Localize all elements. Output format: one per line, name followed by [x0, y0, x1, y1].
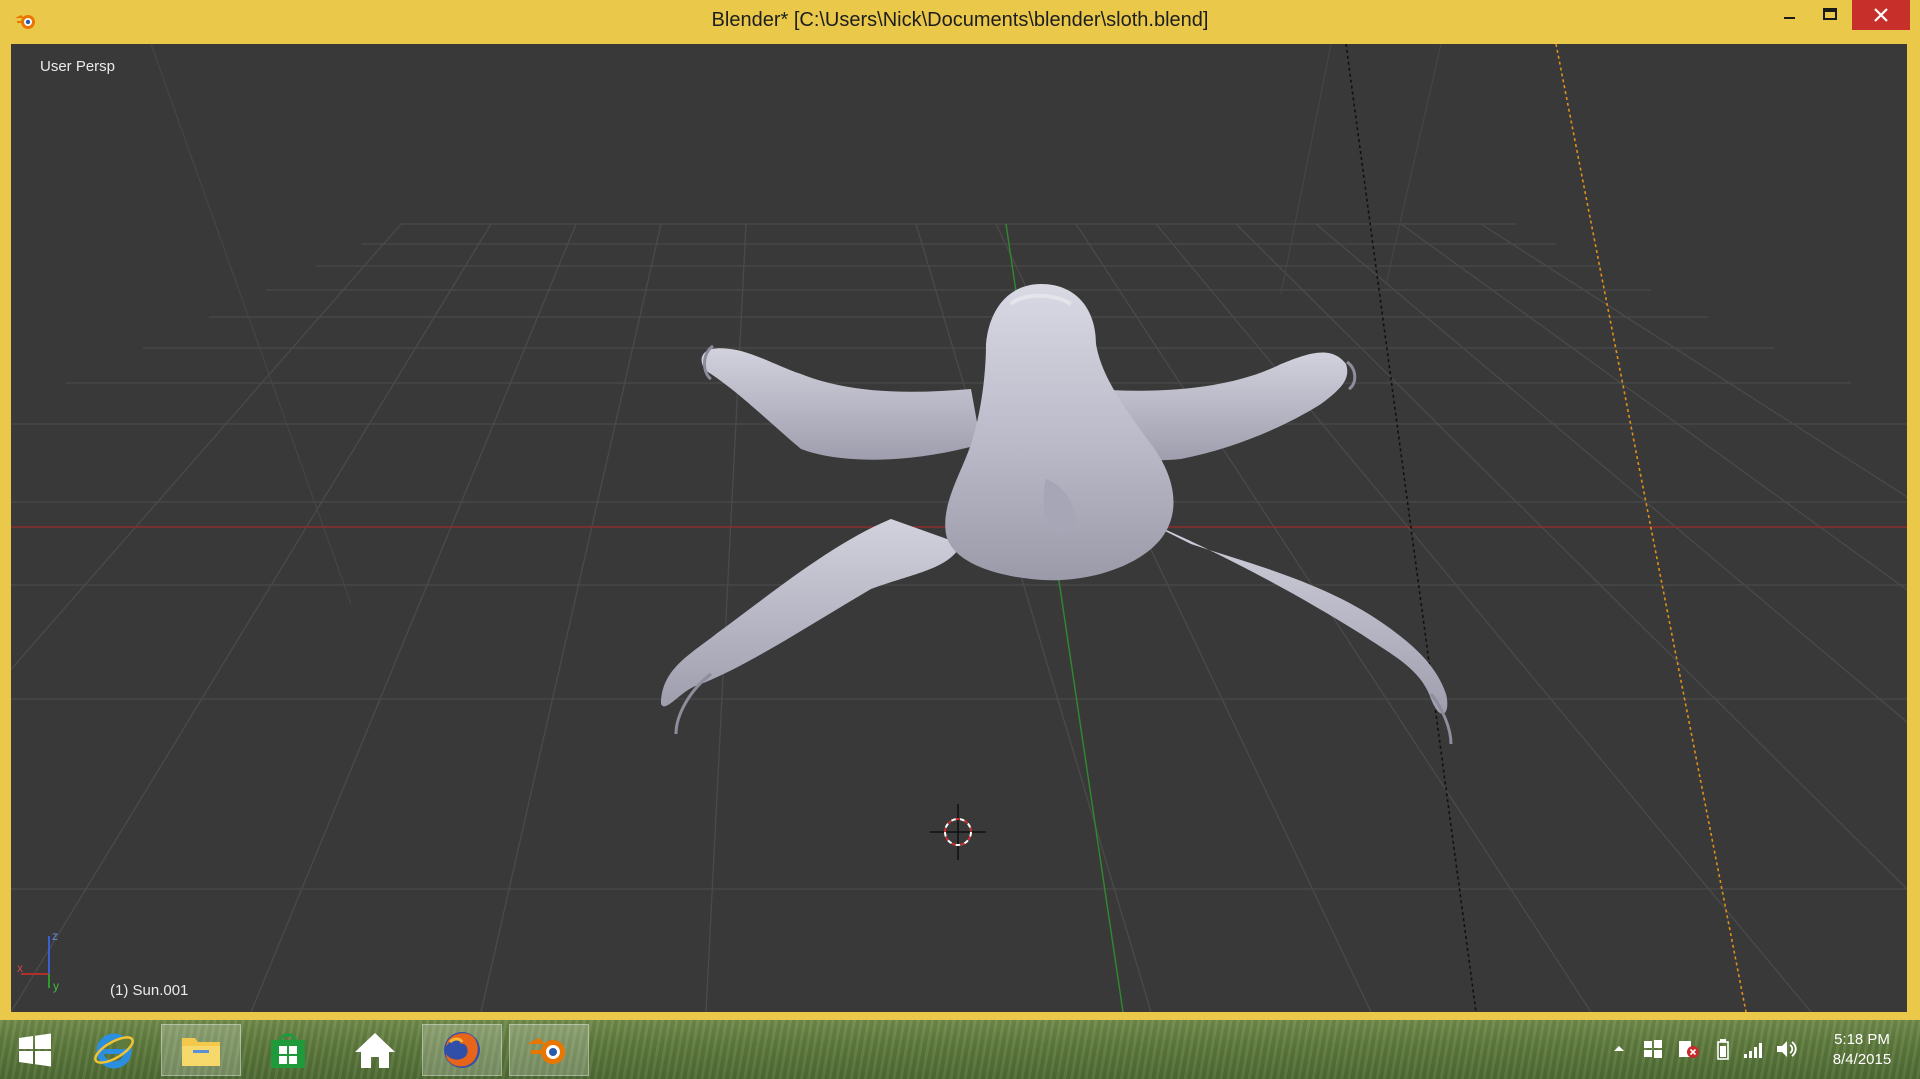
- blender-window: Blender* [C:\Users\Nick\Documents\blende…: [0, 0, 1920, 1020]
- blender-icon: [527, 1038, 565, 1064]
- window-title: Blender* [C:\Users\Nick\Documents\blende…: [711, 9, 1209, 31]
- taskbar-blender[interactable]: [509, 1024, 589, 1076]
- battery-icon[interactable]: [1716, 1038, 1730, 1060]
- gizmo-y-label: y: [53, 979, 59, 993]
- floor-grid: [11, 223, 1907, 1012]
- taskbar-home[interactable]: [335, 1024, 415, 1076]
- folder-icon: [182, 1038, 220, 1066]
- viewport-scene: [11, 44, 1907, 1012]
- clock-date: 8/4/2015: [1832, 1051, 1892, 1068]
- close-icon: [1874, 8, 1888, 22]
- volume-icon[interactable]: [1775, 1038, 1799, 1060]
- windows-taskbar: 5:18 PM 8/4/2015: [0, 1020, 1920, 1079]
- windows-logo-icon: [19, 1033, 51, 1067]
- clock-time: 5:18 PM: [1834, 1031, 1890, 1048]
- taskbar-internet-explorer[interactable]: [74, 1024, 154, 1076]
- 3d-cursor-icon[interactable]: [928, 802, 988, 862]
- taskbar-windows-store[interactable]: [248, 1024, 328, 1076]
- sloth-model[interactable]: [661, 284, 1453, 745]
- windows-flag-icon[interactable]: [1642, 1038, 1664, 1060]
- title-bar[interactable]: Blender* [C:\Users\Nick\Documents\blende…: [0, 0, 1920, 42]
- gizmo-x-label: x: [17, 961, 23, 975]
- network-signal-icon[interactable]: [1742, 1038, 1766, 1060]
- 3d-viewport[interactable]: User Persp z x y (1) Sun.001: [11, 44, 1907, 1012]
- lamp-direction-line: [1345, 44, 1477, 1012]
- start-button[interactable]: [0, 1024, 70, 1076]
- ie-icon: [94, 1033, 134, 1069]
- active-object-label: (1) Sun.001: [110, 982, 189, 999]
- home-icon: [355, 1033, 395, 1068]
- show-hidden-icons-icon[interactable]: [1611, 1038, 1627, 1058]
- selected-lamp-line: [1555, 44, 1747, 1012]
- taskbar-firefox[interactable]: [422, 1024, 502, 1076]
- close-button[interactable]: [1852, 0, 1910, 30]
- axis-gizmo: z x y: [17, 929, 59, 993]
- action-center-icon[interactable]: [1676, 1038, 1700, 1060]
- view-mode-label: User Persp: [40, 58, 116, 75]
- maximize-button[interactable]: [1803, 0, 1855, 30]
- taskbar-clock[interactable]: 5:18 PM 8/4/2015: [1812, 1030, 1912, 1070]
- firefox-icon: [444, 1032, 480, 1068]
- lamp-guides: [150, 44, 1442, 605]
- gizmo-z-label: z: [52, 929, 58, 943]
- maximize-icon: [1823, 8, 1837, 20]
- taskbar-file-explorer[interactable]: [161, 1024, 241, 1076]
- store-icon: [271, 1033, 305, 1068]
